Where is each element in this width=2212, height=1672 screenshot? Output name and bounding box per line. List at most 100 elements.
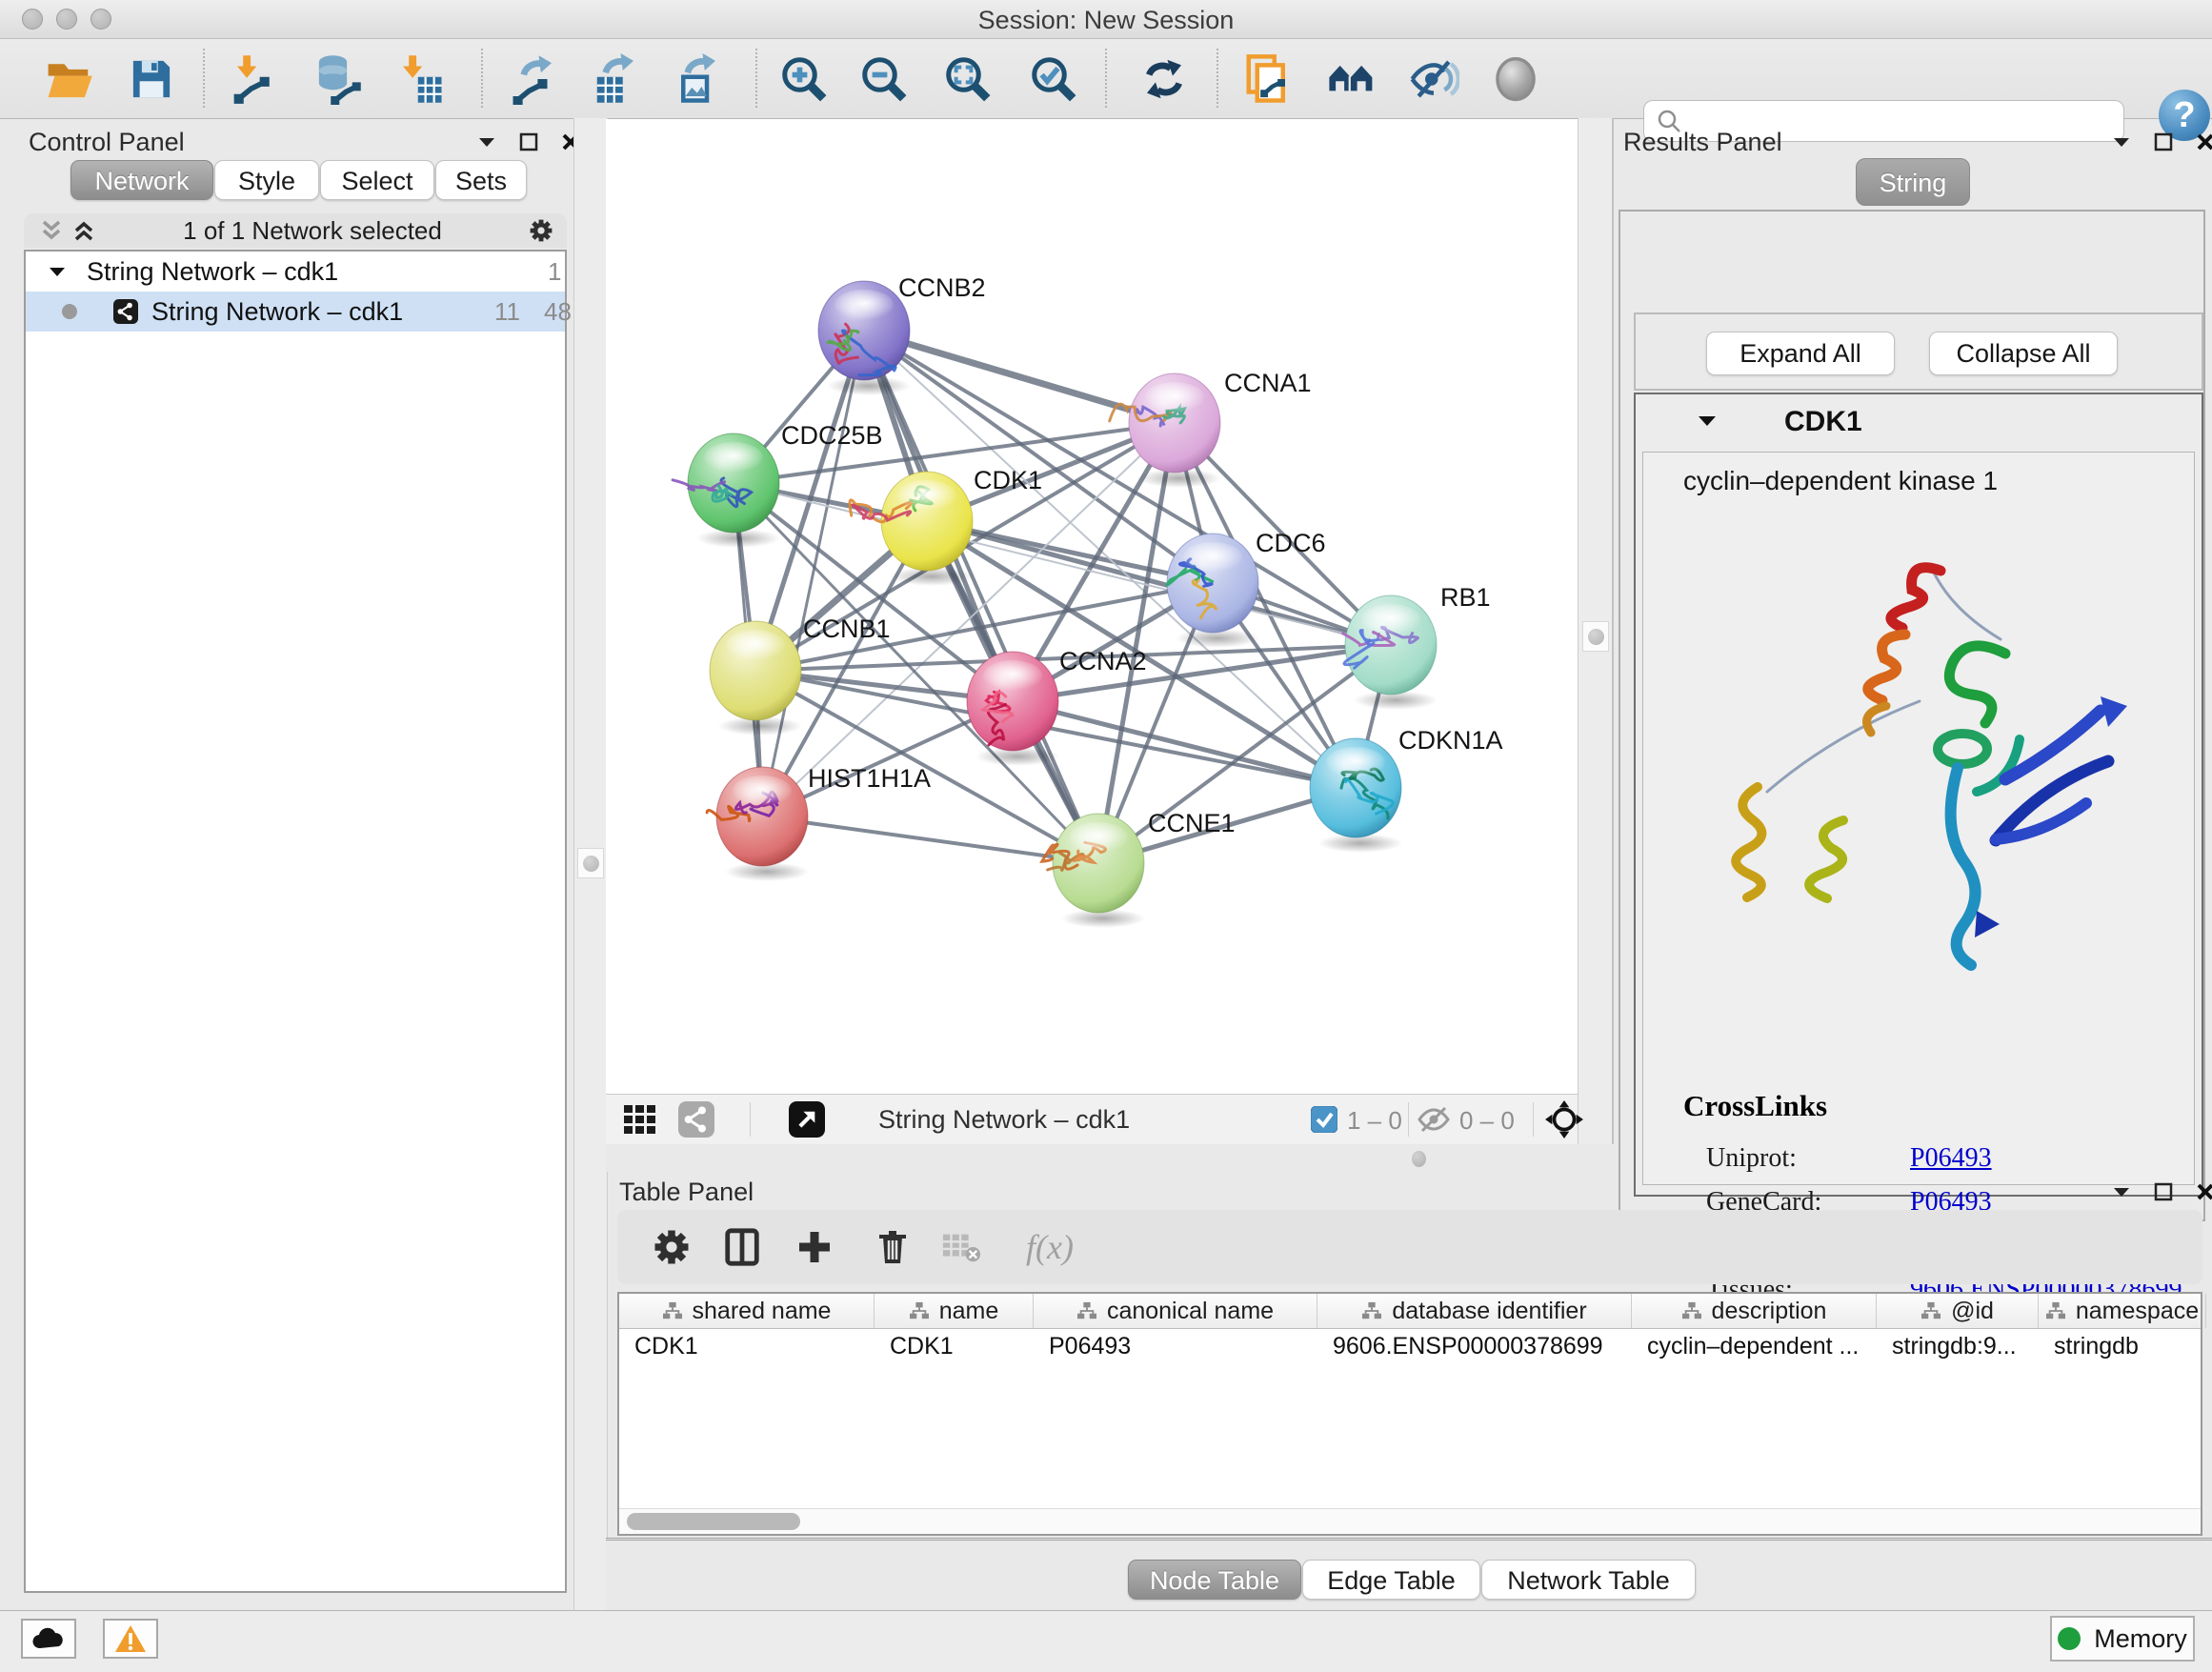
panel-close-icon[interactable] bbox=[2193, 1179, 2212, 1204]
zoom-selected-button[interactable] bbox=[1027, 52, 1080, 106]
crosslinks-title: CrossLinks bbox=[1683, 1089, 2182, 1123]
export-table-button[interactable] bbox=[590, 52, 643, 106]
export-image-button[interactable] bbox=[672, 52, 725, 106]
node-CDKN1A[interactable]: CDKN1A bbox=[1310, 726, 1503, 853]
import-network-file-button[interactable] bbox=[228, 52, 281, 106]
table-toolbar: f(x) bbox=[617, 1210, 2202, 1284]
cell-name: CDK1 bbox=[875, 1333, 1034, 1360]
network-view-share-icon[interactable] bbox=[678, 1101, 714, 1138]
scrollbar-thumb[interactable] bbox=[627, 1513, 800, 1530]
selected-checkbox-icon[interactable] bbox=[1311, 1106, 1347, 1142]
column-header-database-identifier[interactable]: database identifier bbox=[1317, 1294, 1632, 1328]
import-network-database-button[interactable] bbox=[311, 52, 364, 106]
tab-edge-table[interactable]: Edge Table bbox=[1302, 1560, 1480, 1600]
tab-style[interactable]: Style bbox=[214, 160, 319, 200]
column-header-name[interactable]: name bbox=[875, 1294, 1034, 1328]
grid-view-icon[interactable] bbox=[622, 1101, 658, 1138]
window-title: Session: New Session bbox=[0, 6, 2212, 35]
memory-button[interactable]: Memory bbox=[2050, 1616, 2195, 1662]
tab-node-table[interactable]: Node Table bbox=[1128, 1560, 1301, 1600]
node-label-CCNE1: CCNE1 bbox=[1148, 809, 1236, 837]
right-splitter-handle[interactable] bbox=[1582, 621, 1609, 652]
table-horizontal-scrollbar[interactable] bbox=[619, 1508, 2201, 1534]
network-canvas[interactable]: CCNB2CCNA1CDC25BCDK1CDC6RB1CCNB1CCNA2CDK… bbox=[606, 119, 1578, 1094]
tab-string[interactable]: String bbox=[1856, 158, 1970, 206]
refresh-icon bbox=[1138, 53, 1190, 105]
clone-network-button[interactable] bbox=[1241, 52, 1295, 106]
cloud-status-button[interactable] bbox=[21, 1619, 76, 1659]
delete-column-icon[interactable] bbox=[871, 1225, 915, 1269]
collapse-all-icon[interactable] bbox=[39, 218, 64, 243]
table-header-row: shared namenamecanonical namedatabase id… bbox=[619, 1294, 2201, 1329]
collapse-all-button[interactable]: Collapse All bbox=[1929, 332, 2118, 375]
show-hide-graphics-button[interactable] bbox=[1407, 52, 1460, 106]
panel-close-icon[interactable] bbox=[2193, 130, 2212, 154]
expand-all-button[interactable]: Expand All bbox=[1706, 332, 1895, 375]
node-CDK1[interactable]: CDK1 bbox=[850, 466, 1042, 586]
expand-all-icon[interactable] bbox=[71, 218, 96, 243]
zoom-in-button[interactable] bbox=[777, 52, 831, 106]
collection-count: 1 bbox=[548, 257, 561, 287]
column-header-description[interactable]: description bbox=[1632, 1294, 1877, 1328]
refresh-layout-button[interactable] bbox=[1137, 52, 1191, 106]
select-columns-icon[interactable] bbox=[720, 1225, 764, 1269]
export-network-button[interactable] bbox=[508, 52, 561, 106]
cell-shared-name: CDK1 bbox=[619, 1333, 875, 1360]
right-splitter[interactable] bbox=[1578, 118, 1614, 1144]
zoom-fit-button[interactable] bbox=[941, 52, 995, 106]
panel-menu-icon[interactable] bbox=[2109, 1179, 2134, 1204]
duplicate-document-icon bbox=[1242, 53, 1294, 105]
panel-float-icon[interactable] bbox=[2151, 1179, 2176, 1204]
tab-select[interactable]: Select bbox=[320, 160, 434, 200]
panel-menu-icon[interactable] bbox=[474, 130, 499, 154]
collapse-triangle-icon[interactable] bbox=[1697, 413, 1718, 433]
tree-expander-icon[interactable] bbox=[45, 259, 70, 284]
horizontal-splitter-handle[interactable] bbox=[1412, 1151, 1426, 1167]
network-list: String Network – cdk1 1 String Network –… bbox=[24, 250, 567, 1593]
node-CCNE1[interactable]: CCNE1 bbox=[1042, 809, 1236, 928]
crosslink-link[interactable]: P06493 bbox=[1910, 1143, 1992, 1174]
warnings-button[interactable] bbox=[103, 1619, 158, 1659]
edge-CCNB2-CCNA1[interactable] bbox=[864, 331, 1175, 423]
export-network-icon bbox=[509, 53, 560, 105]
node-RB1[interactable]: RB1 bbox=[1343, 583, 1491, 710]
level-of-detail-button[interactable] bbox=[1489, 52, 1542, 106]
network-row-selected[interactable]: String Network – cdk1 11 48 bbox=[26, 292, 565, 332]
left-splitter-handle[interactable] bbox=[577, 848, 604, 878]
panel-float-icon[interactable] bbox=[516, 130, 541, 154]
network-collection-row[interactable]: String Network – cdk1 1 bbox=[26, 252, 565, 292]
edge-CCNE1-HIST1H1A[interactable] bbox=[762, 816, 1098, 863]
import-table-button[interactable] bbox=[393, 52, 447, 106]
tab-sets[interactable]: Sets bbox=[435, 160, 527, 200]
protein-structure-image bbox=[1691, 544, 2148, 1068]
node-CCNB2[interactable]: CCNB2 bbox=[818, 273, 986, 395]
panel-menu-icon[interactable] bbox=[2109, 130, 2134, 154]
node-label-RB1: RB1 bbox=[1440, 583, 1491, 612]
column-header-namespace[interactable]: namespace bbox=[2039, 1294, 2206, 1328]
tab-network-table[interactable]: Network Table bbox=[1481, 1560, 1696, 1600]
left-splitter[interactable] bbox=[573, 118, 608, 1610]
eye-slash-icon bbox=[1408, 53, 1459, 105]
zoom-out-button[interactable] bbox=[857, 52, 911, 106]
column-header-canonical-name[interactable]: canonical name bbox=[1034, 1294, 1317, 1328]
gear-icon[interactable] bbox=[529, 218, 553, 243]
panel-float-icon[interactable] bbox=[2151, 130, 2176, 154]
column-header--id[interactable]: @id bbox=[1877, 1294, 2039, 1328]
string-home-button[interactable] bbox=[1325, 52, 1378, 106]
current-network-dot-icon bbox=[62, 304, 77, 319]
birdseye-crosshair-icon[interactable] bbox=[1544, 1099, 1580, 1136]
open-session-button[interactable] bbox=[42, 52, 95, 106]
cloud-icon bbox=[30, 1625, 67, 1652]
control-panel: Control Panel NetworkStyleSelectSets 1 o… bbox=[10, 124, 573, 1602]
detach-view-icon[interactable] bbox=[789, 1101, 825, 1138]
save-session-button[interactable] bbox=[125, 52, 178, 106]
tab-network[interactable]: Network bbox=[70, 160, 213, 200]
memory-status-dot-icon bbox=[2058, 1627, 2081, 1650]
node-CCNA1[interactable]: CCNA1 bbox=[1110, 369, 1312, 488]
table-row[interactable]: CDK1CDK1P064939606.ENSP00000378699cyclin… bbox=[619, 1329, 2201, 1363]
column-header-shared-name[interactable]: shared name bbox=[619, 1294, 875, 1328]
protein-card-header[interactable]: CDK1 bbox=[1636, 394, 2202, 452]
table-gear-icon[interactable] bbox=[650, 1225, 694, 1269]
hidden-eye-slash-icon[interactable] bbox=[1418, 1106, 1454, 1142]
add-column-icon[interactable] bbox=[793, 1225, 836, 1269]
